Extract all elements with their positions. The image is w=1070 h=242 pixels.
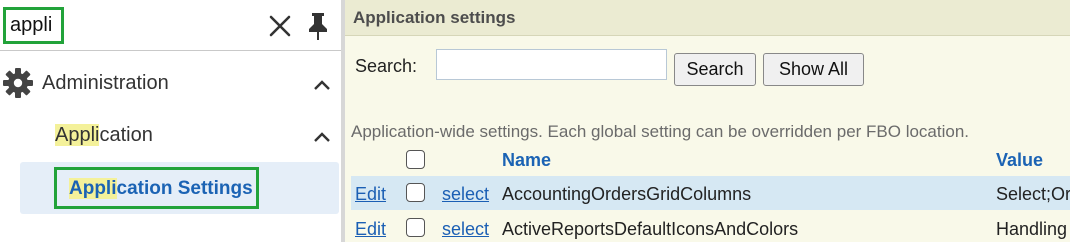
select-link[interactable]: select xyxy=(442,184,489,205)
table-row[interactable]: Edit select AccountingOrdersGridColumns … xyxy=(351,176,1070,210)
search-input[interactable] xyxy=(436,49,667,80)
column-header-name[interactable]: Name xyxy=(502,150,551,171)
search-match-highlight: Appli xyxy=(69,178,117,199)
sidebar-item-label: Application xyxy=(55,124,153,147)
chevron-up-icon[interactable] xyxy=(313,130,331,142)
sidebar-item-administration[interactable]: Administration xyxy=(0,60,341,108)
setting-value: Select;Or xyxy=(996,184,1070,204)
sidebar-item-label-rest: cation Settings xyxy=(116,178,253,199)
sidebar-search-input[interactable] xyxy=(6,10,61,41)
pin-icon[interactable] xyxy=(305,11,331,41)
sidebar-search-box xyxy=(3,7,64,44)
edit-link[interactable]: Edit xyxy=(355,219,386,240)
select-all-checkbox[interactable] xyxy=(406,150,425,169)
setting-value: Handling xyxy=(996,219,1068,239)
sidebar: Administration Application Application S… xyxy=(0,0,341,242)
description-text: Application-wide settings. Each global s… xyxy=(351,122,970,141)
row-checkbox[interactable] xyxy=(406,218,425,237)
show-all-button[interactable]: Show All xyxy=(763,53,864,86)
setting-name: AccountingOrdersGridColumns xyxy=(502,184,752,204)
setting-name: ActiveReportsDefaultIconsAndColors xyxy=(502,219,799,239)
sidebar-item-label-rest: cation xyxy=(99,124,153,146)
sidebar-item-label: Application Settings xyxy=(69,178,253,200)
main-panel: Application settings Search: Search Show… xyxy=(345,0,1070,242)
table-header-row: Name Value xyxy=(351,145,1070,175)
sidebar-item-application[interactable]: Application xyxy=(0,112,341,160)
search-label: Search: xyxy=(355,56,418,76)
chevron-up-icon[interactable] xyxy=(313,78,331,90)
sidebar-item-application-settings[interactable]: Application Settings xyxy=(20,162,339,214)
close-icon[interactable] xyxy=(268,14,292,38)
edit-link[interactable]: Edit xyxy=(355,184,386,205)
select-link[interactable]: select xyxy=(442,219,489,240)
highlight-box: Application Settings xyxy=(54,167,259,209)
gear-icon xyxy=(2,67,34,99)
search-match-highlight: Appli xyxy=(55,124,100,146)
page-title: Application settings xyxy=(353,8,516,27)
column-header-value[interactable]: Value xyxy=(996,150,1043,171)
sidebar-search-row xyxy=(0,0,341,51)
search-button[interactable]: Search xyxy=(674,53,756,86)
row-checkbox[interactable] xyxy=(406,183,425,202)
table-row[interactable]: Edit select ActiveReportsDefaultIconsAnd… xyxy=(351,211,1070,242)
panel-header: Application settings xyxy=(345,0,1070,36)
sidebar-item-label: Administration xyxy=(42,72,169,94)
